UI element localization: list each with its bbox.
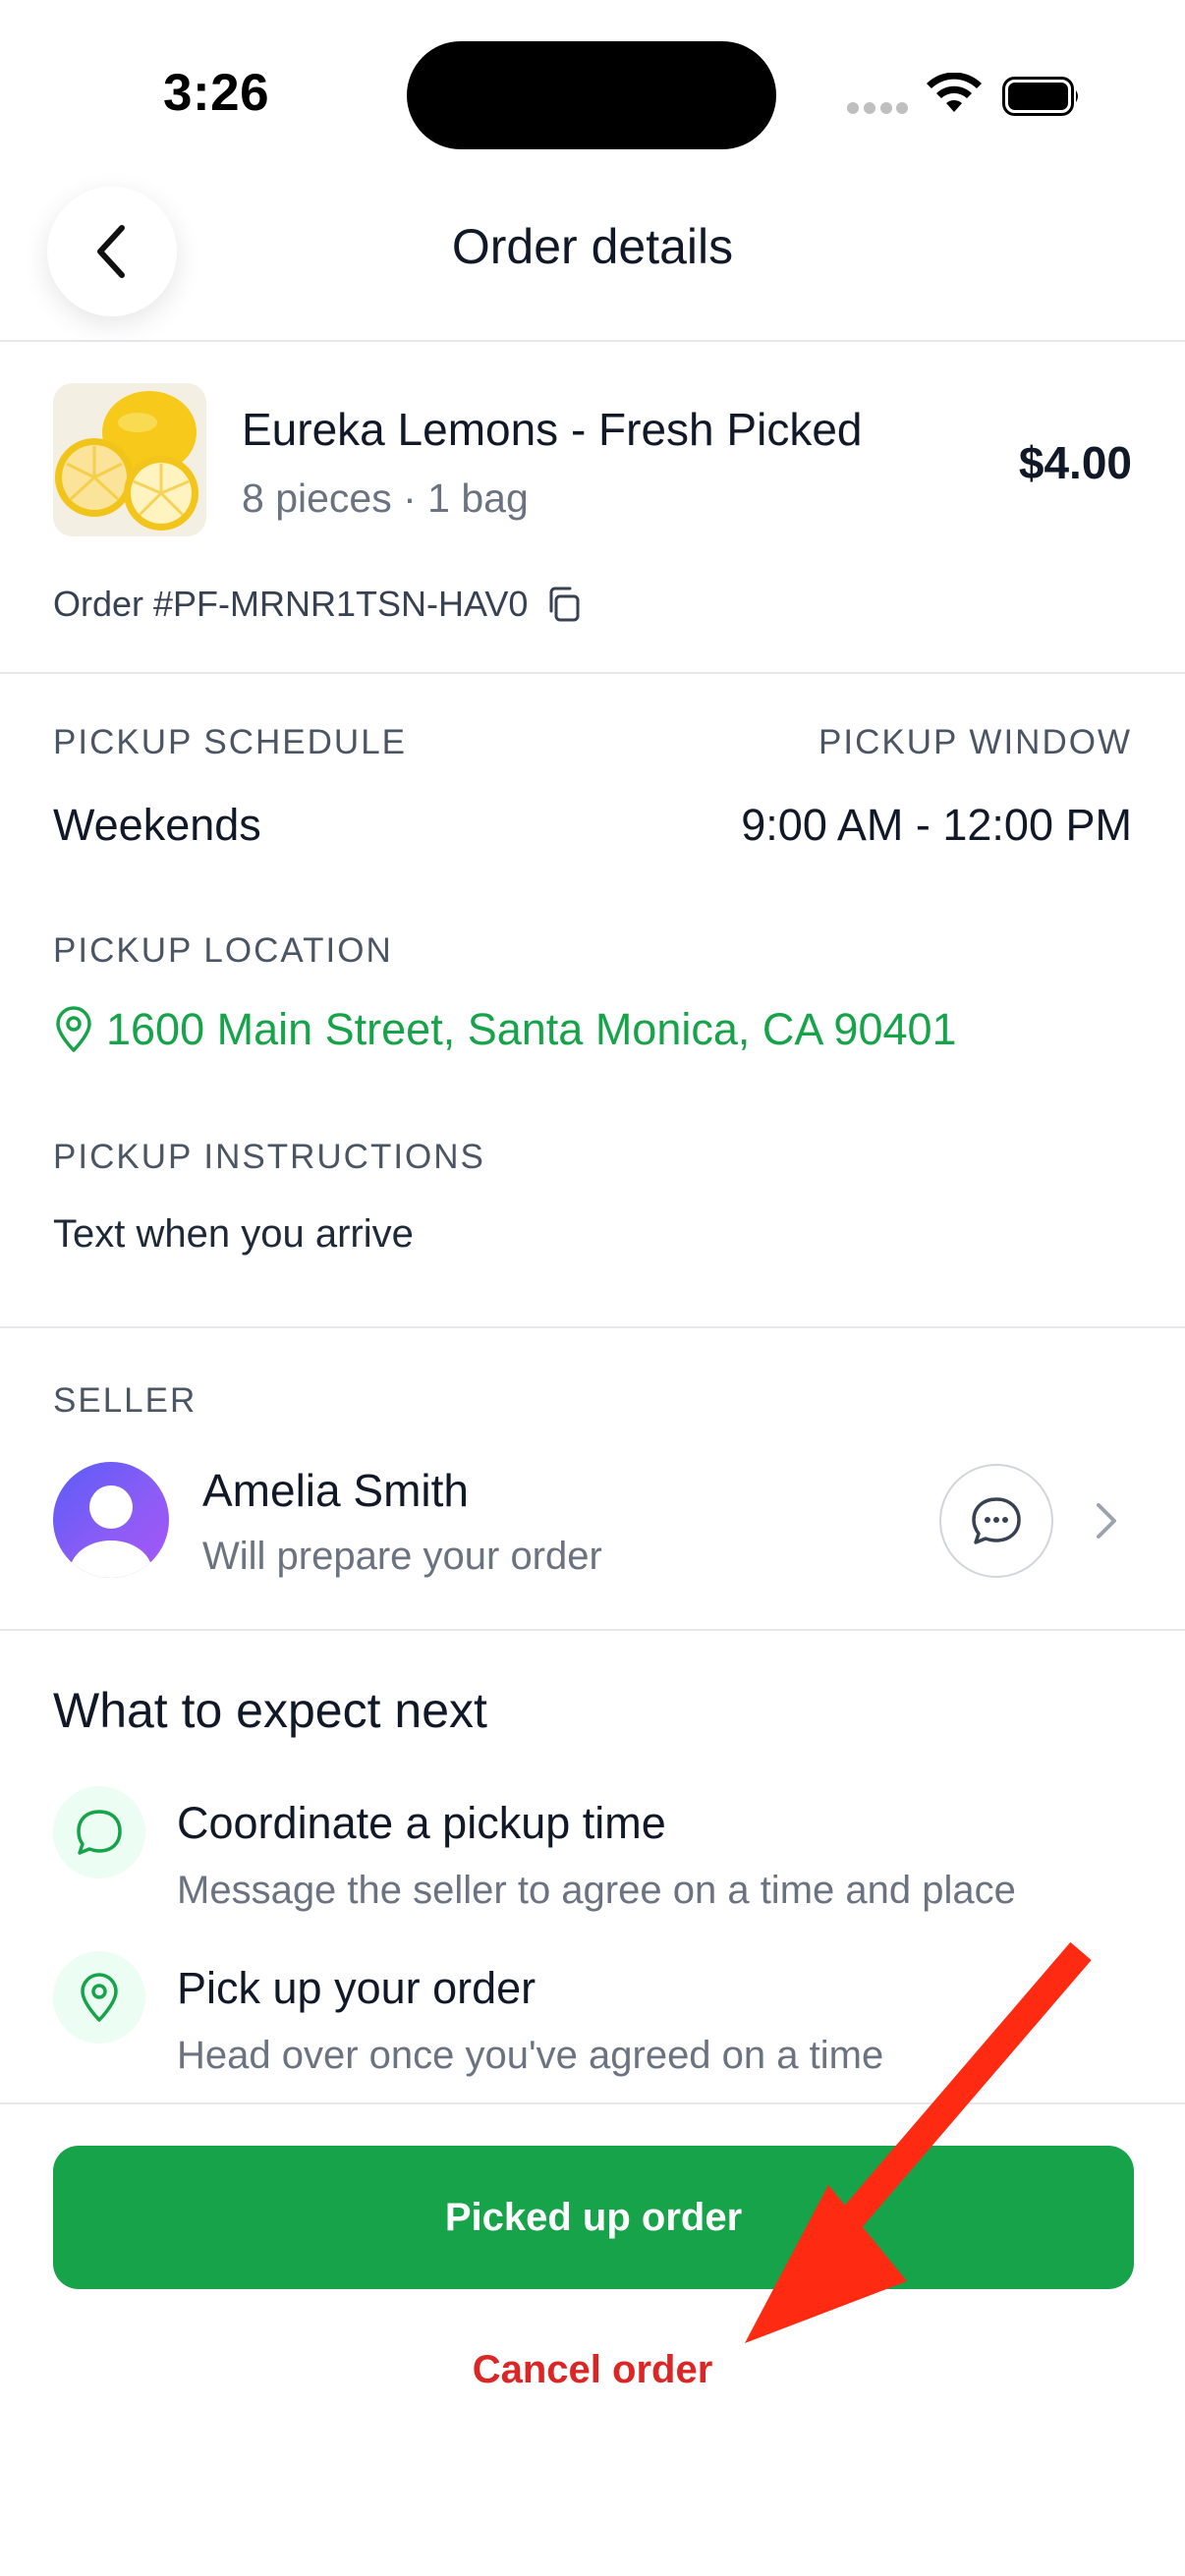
page-title: Order details bbox=[451, 219, 734, 274]
pickup-schedule-value: Weekends bbox=[53, 800, 261, 850]
status-bar: 3:26 bbox=[0, 0, 1185, 187]
pickup-window-value: 9:00 AM - 12:00 PM bbox=[741, 800, 1132, 850]
pickup-instructions-label: PICKUP INSTRUCTIONS bbox=[53, 1138, 485, 1176]
map-pin-icon bbox=[81, 1973, 118, 2022]
pickup-window-label: PICKUP WINDOW bbox=[818, 723, 1132, 761]
step-title: Coordinate a pickup time bbox=[177, 1798, 666, 1848]
header: Order details bbox=[0, 187, 1185, 342]
step-icon-container bbox=[53, 1786, 145, 1878]
avatar[interactable] bbox=[53, 1462, 169, 1578]
step-description: Head over once you've agreed on a time bbox=[177, 2034, 884, 2077]
product-name: Eureka Lemons - Fresh Picked bbox=[242, 404, 863, 455]
seller-name[interactable]: Amelia Smith bbox=[202, 1464, 469, 1517]
product-summary: Eureka Lemons - Fresh Picked 8 pieces · … bbox=[0, 344, 1185, 674]
section-divider bbox=[0, 1629, 1185, 1631]
picked-up-order-button[interactable]: Picked up order bbox=[53, 2146, 1134, 2289]
dynamic-island bbox=[407, 41, 776, 149]
product-image bbox=[53, 383, 206, 536]
chat-bubble-icon bbox=[77, 1810, 122, 1855]
product-price: $4.00 bbox=[1018, 437, 1132, 488]
cancel-order-button[interactable]: Cancel order bbox=[0, 2348, 1185, 2392]
seller-subtitle: Will prepare your order bbox=[202, 1535, 602, 1578]
chat-bubble-icon bbox=[972, 1497, 1021, 1544]
section-divider bbox=[0, 2102, 1185, 2104]
seller-label: SELLER bbox=[53, 1381, 198, 1420]
section-divider bbox=[0, 1326, 1185, 1328]
step-description: Message the seller to agree on a time an… bbox=[177, 1869, 1016, 1912]
expect-title: What to expect next bbox=[53, 1683, 487, 1738]
pickup-location-link[interactable]: 1600 Main Street, Santa Monica, CA 90401 bbox=[53, 1004, 957, 1055]
product-meta: 8 pieces · 1 bag bbox=[242, 476, 529, 521]
step-icon-container bbox=[53, 1951, 145, 2044]
message-seller-button[interactable] bbox=[939, 1464, 1053, 1578]
battery-icon bbox=[1002, 77, 1078, 116]
cellular-signal-icon bbox=[847, 102, 908, 114]
pickup-location-value: 1600 Main Street, Santa Monica, CA 90401 bbox=[106, 1004, 957, 1054]
pickup-location-label: PICKUP LOCATION bbox=[53, 931, 393, 970]
map-pin-icon bbox=[56, 1006, 91, 1052]
pickup-schedule-label: PICKUP SCHEDULE bbox=[53, 723, 408, 761]
wifi-icon bbox=[927, 73, 982, 112]
order-number: Order #PF-MRNR1TSN-HAV0 bbox=[53, 584, 529, 624]
status-time: 3:26 bbox=[163, 64, 270, 122]
pickup-instructions-value: Text when you arrive bbox=[53, 1212, 414, 1256]
step-title: Pick up your order bbox=[177, 1963, 536, 2013]
copy-icon[interactable] bbox=[543, 584, 585, 625]
chevron-right-icon[interactable] bbox=[1089, 1497, 1124, 1544]
order-number-row: Order #PF-MRNR1TSN-HAV0 bbox=[53, 584, 585, 625]
